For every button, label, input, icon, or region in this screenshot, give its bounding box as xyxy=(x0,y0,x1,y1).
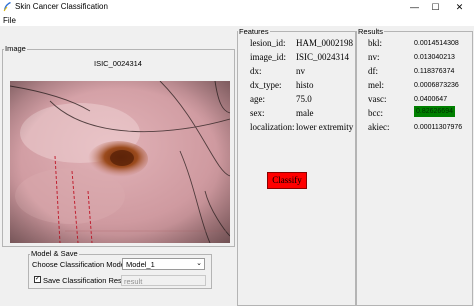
classify-button[interactable]: Classify xyxy=(267,172,307,189)
model-select-value: Model_1 xyxy=(126,260,155,269)
results-frame-label: Results xyxy=(357,27,385,36)
save-filename-value: result xyxy=(124,277,143,286)
result-value-bcc-highlight: 0.82626694 xyxy=(414,106,455,117)
title-bar: Skin Cancer Classification — ☐ ✕ xyxy=(0,0,474,15)
feature-key-dx-type: dx_type: xyxy=(250,80,282,90)
feature-value-lesion-id: HAM_0002198 xyxy=(296,38,354,48)
result-value-vasc: 0.0400647 xyxy=(414,96,448,103)
feature-value-age: 75.0 xyxy=(296,94,312,104)
choose-model-label: Choose Classification Model: xyxy=(32,260,129,269)
result-key-akiec: akiec: xyxy=(368,122,390,132)
save-results-label: Save Classification Results xyxy=(43,276,134,285)
image-name: ISIC_0024314 xyxy=(94,59,142,68)
feature-value-dx: nv xyxy=(296,66,305,76)
save-results-checkbox[interactable]: ✓ xyxy=(34,276,41,283)
menu-bar: File xyxy=(0,15,474,26)
result-key-bcc: bcc: xyxy=(368,108,383,118)
maximize-button[interactable]: ☐ xyxy=(424,0,447,15)
close-button[interactable]: ✕ xyxy=(448,0,471,15)
result-key-vasc: vasc: xyxy=(368,94,387,104)
feature-value-sex: male xyxy=(296,108,314,118)
result-value-mel: 0.0006873236 xyxy=(414,82,459,89)
feature-key-dx: dx: xyxy=(250,66,262,76)
feather-app-icon xyxy=(3,2,11,12)
feature-value-image-id: ISIC_0024314 xyxy=(296,52,350,62)
feature-value-dx-type: histo xyxy=(296,80,314,90)
minimize-button[interactable]: — xyxy=(403,0,426,15)
result-key-bkl: bkl: xyxy=(368,38,383,48)
window-title: Skin Cancer Classification xyxy=(15,2,108,11)
feature-key-image-id: image_id: xyxy=(250,52,286,62)
model-select[interactable]: Model_1 ⌄ xyxy=(122,258,205,270)
model-save-frame-label: Model & Save xyxy=(30,249,79,258)
result-value-bkl: 0.0014514308 xyxy=(414,40,459,47)
feature-key-age: age: xyxy=(250,94,265,104)
checkmark-icon: ✓ xyxy=(35,276,41,282)
feature-key-localization: localization: xyxy=(250,122,295,132)
image-frame-label: Image xyxy=(4,44,27,53)
menu-file[interactable]: File xyxy=(3,16,16,25)
result-value-nv: 0.013040213 xyxy=(414,54,455,61)
features-frame-label: Features xyxy=(238,27,270,36)
skin-lesion-image xyxy=(10,81,230,243)
save-filename-entry[interactable]: result xyxy=(121,275,206,286)
result-key-nv: nv: xyxy=(368,52,380,62)
result-value-akiec: 0.00011307976 xyxy=(414,124,463,131)
result-key-mel: mel: xyxy=(368,80,384,90)
feature-key-lesion-id: lesion_id: xyxy=(250,38,286,48)
result-value-df: 0.118376374 xyxy=(414,68,455,75)
chevron-down-icon: ⌄ xyxy=(196,260,202,267)
feature-key-sex: sex: xyxy=(250,108,265,118)
result-key-df: df: xyxy=(368,66,378,76)
feature-value-localization: lower extremity xyxy=(296,122,354,132)
